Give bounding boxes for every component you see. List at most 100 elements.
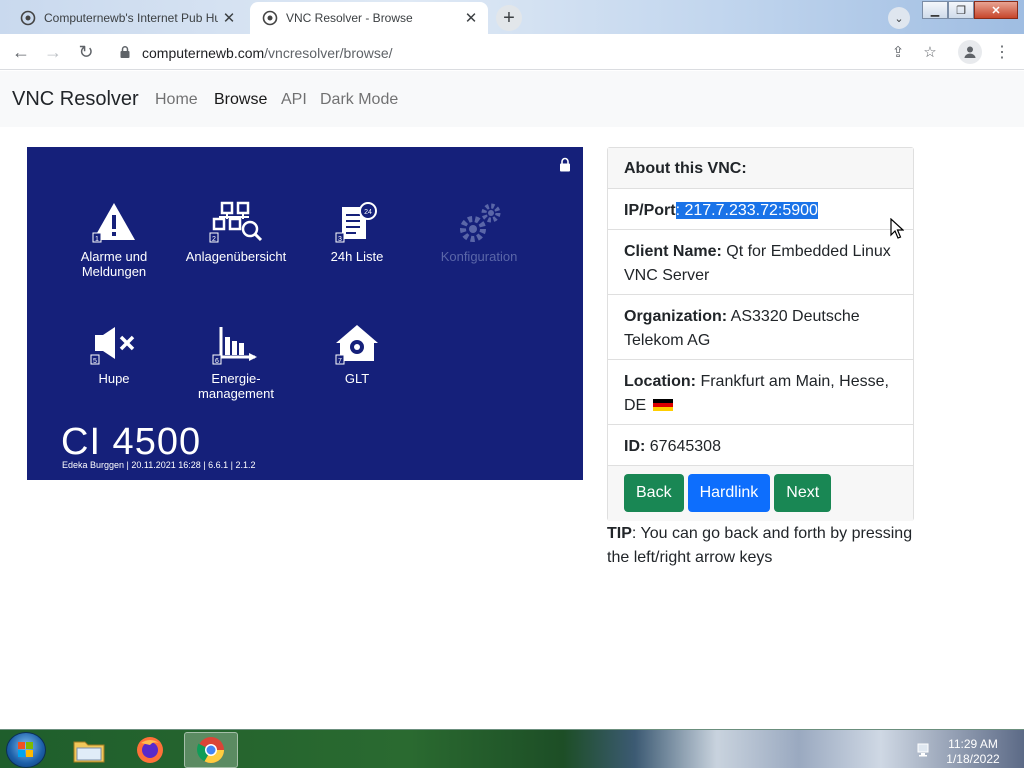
building-gear-icon: 7 <box>335 325 378 365</box>
tile-label: Energie-management <box>176 371 296 401</box>
info-ip-row: IP/Port: 217.7.233.72:5900 <box>608 189 913 230</box>
tile-label: Konfiguration <box>440 249 518 264</box>
nav-home[interactable]: Home <box>155 91 198 109</box>
start-button[interactable] <box>6 732 46 768</box>
id-label: ID: <box>624 438 646 455</box>
reload-icon[interactable]: ↻ <box>73 40 99 64</box>
share-icon[interactable]: ⇪ <box>886 40 910 64</box>
info-location-row: Location: Frankfurt am Main, Hesse, DE <box>608 360 913 425</box>
browser-toolbar: ← → ↻ computernewb.com/vncresolver/brows… <box>0 34 1024 70</box>
new-tab-button[interactable]: + <box>496 5 522 31</box>
gears-icon <box>460 203 501 242</box>
device-model: CI 4500 <box>61 421 202 463</box>
svg-text:7: 7 <box>338 358 342 365</box>
svg-text:24: 24 <box>364 209 372 216</box>
tile-label: Alarme und Meldungen <box>80 249 148 279</box>
site-brand[interactable]: VNC Resolver <box>12 88 139 111</box>
taskbar-clock[interactable]: 11:29 AM 1/18/2022 <box>942 737 1004 767</box>
svg-text:6: 6 <box>215 358 219 365</box>
profile-avatar-icon[interactable] <box>958 40 982 64</box>
energy-chart-icon: 6 <box>212 327 257 365</box>
horn-mute-icon: 5 <box>90 327 135 365</box>
tile-label: 24h Liste <box>330 249 384 264</box>
org-label: Organization: <box>624 308 728 325</box>
svg-text:3: 3 <box>338 236 342 243</box>
url-host: computernewb.com <box>142 45 265 61</box>
hardlink-button[interactable]: Hardlink <box>687 474 771 512</box>
tip-text: TIP: You can go back and forth by pressi… <box>607 522 917 570</box>
svg-text:1: 1 <box>95 236 99 243</box>
tile-horn: 5 Hupe <box>54 323 174 386</box>
windows-logo-icon <box>18 742 33 757</box>
id-value: 67645308 <box>649 438 721 455</box>
tile-alarms: 1 Alarme und Meldungen <box>54 201 174 279</box>
site-navbar: VNC Resolver Home Browse API Dark Mode <box>0 71 1024 127</box>
tile-energy-management: 6 Energie-management <box>176 323 296 401</box>
nav-browse[interactable]: Browse <box>214 91 267 109</box>
tile-label-line1: Energie- <box>211 371 261 386</box>
close-window-button[interactable]: ✕ <box>974 1 1018 19</box>
padlock-icon <box>560 157 570 172</box>
tab-title: Computernewb's Internet Pub Hu <box>44 11 218 25</box>
card-title: About this VNC: <box>608 148 913 189</box>
plant-overview-icon: 2 <box>209 201 263 243</box>
nav-api[interactable]: API <box>281 91 307 109</box>
device-footer: Edeka Burggen | 20.11.2021 16:28 | 6.6.1… <box>62 460 256 470</box>
tile-label: Hupe <box>98 371 130 386</box>
tab-search-button[interactable]: ⌄ <box>888 7 910 29</box>
svg-text:5: 5 <box>93 358 97 365</box>
minimize-button[interactable]: ▁ <box>922 1 948 19</box>
tile-configuration: Konfiguration <box>419 201 539 264</box>
tile-24h-list: 24 3 24h Liste <box>297 201 417 264</box>
client-label: Client Name: <box>624 243 722 260</box>
browser-tab-strip: Computernewb's Internet Pub Hu ✕ VNC Res… <box>0 0 1024 34</box>
vnc-screenshot: 1 Alarme und Meldungen 2 Anlagenübersicht… <box>27 147 583 480</box>
tab-vnc-resolver[interactable]: VNC Resolver - Browse ✕ <box>250 2 488 34</box>
tab-close-icon[interactable]: ✕ <box>460 7 482 29</box>
mouse-cursor-icon <box>890 218 904 239</box>
svg-text:2: 2 <box>212 236 216 243</box>
system-tray: 11:29 AM 1/18/2022 <box>912 733 1024 767</box>
clock-date: 1/18/2022 <box>946 752 1000 766</box>
tile-plant-overview: 2 Anlagenübersicht <box>176 201 296 264</box>
clock-time: 11:29 AM <box>948 737 998 751</box>
chrome-icon[interactable] <box>184 732 238 768</box>
tab-internet-pub[interactable]: Computernewb's Internet Pub Hu ✕ <box>8 2 246 34</box>
windows-taskbar: 11:29 AM 1/18/2022 <box>0 729 1024 768</box>
ip-value[interactable]: 217.7.233.72:5900 <box>684 202 818 219</box>
info-client-row: Client Name: Qt for Embedded Linux VNC S… <box>608 230 913 295</box>
vnc-info-card: About this VNC: IP/Port: 217.7.233.72:59… <box>607 147 914 521</box>
info-id-row: ID: 67645308 <box>608 425 913 466</box>
tile-glt: 7 GLT <box>297 323 417 386</box>
file-explorer-icon[interactable] <box>62 732 116 768</box>
tip-label: TIP <box>607 525 632 542</box>
ip-label: IP/Port <box>624 202 676 219</box>
url-path: /vncresolver/browse/ <box>264 45 393 61</box>
warning-icon: 1 <box>92 203 135 243</box>
tile-label-line2: management <box>198 386 274 401</box>
network-icon[interactable] <box>916 742 932 758</box>
url-text: computernewb.com/vncresolver/browse/ <box>142 45 393 61</box>
firefox-icon[interactable] <box>123 732 177 768</box>
tab-title: VNC Resolver - Browse <box>286 11 413 25</box>
menu-kebab-icon[interactable]: ⋮ <box>990 40 1014 64</box>
nav-dark-mode[interactable]: Dark Mode <box>320 91 398 109</box>
restore-button[interactable]: ❐ <box>948 1 974 19</box>
lock-icon <box>120 46 130 58</box>
back-arrow-icon[interactable]: ← <box>8 40 34 64</box>
tip-body: : You can go back and forth by pressing … <box>607 525 913 566</box>
card-actions: Back Hardlink Next <box>608 466 913 521</box>
forward-arrow-icon[interactable]: → <box>40 40 66 64</box>
tab-close-icon[interactable]: ✕ <box>218 7 240 29</box>
next-button[interactable]: Next <box>774 474 832 512</box>
window-controls: ▁ ❐ ✕ <box>922 1 1018 19</box>
bookmark-star-icon[interactable]: ☆ <box>918 40 942 64</box>
list-24h-icon: 24 3 <box>335 202 377 243</box>
info-org-row: Organization: AS3320 Deutsche Telekom AG <box>608 295 913 360</box>
tile-label: Anlagenübersicht <box>185 249 287 264</box>
back-button[interactable]: Back <box>624 474 684 512</box>
german-flag-icon <box>652 399 673 411</box>
site-favicon-icon <box>20 10 36 26</box>
location-label: Location: <box>624 373 696 390</box>
site-favicon-icon <box>262 10 278 26</box>
